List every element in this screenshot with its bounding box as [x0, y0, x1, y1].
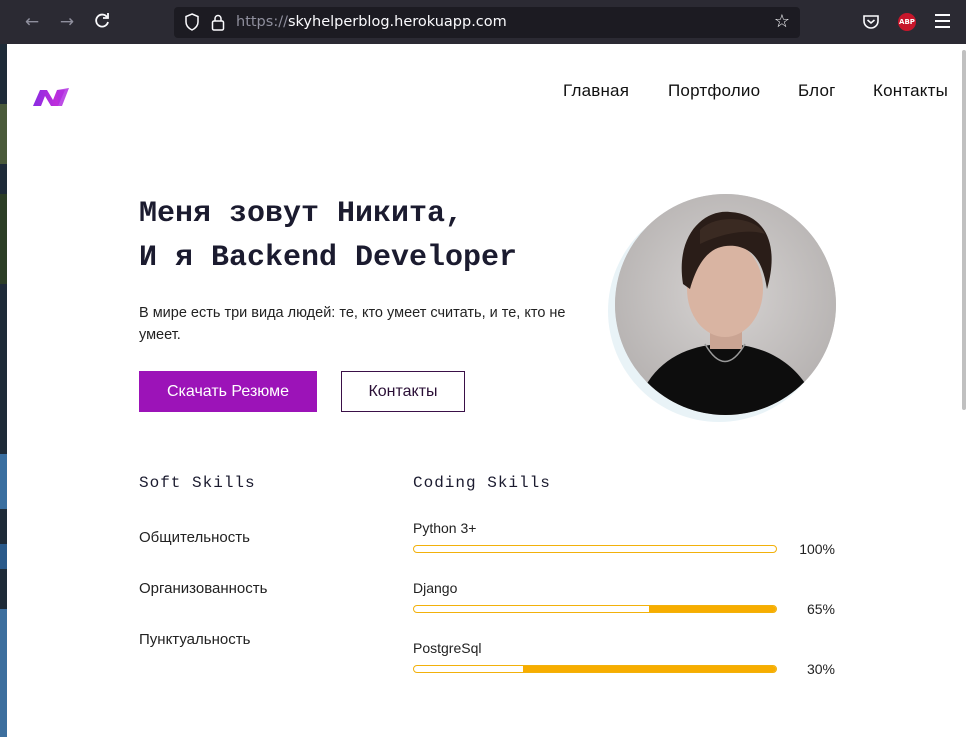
- back-arrow-icon[interactable]: ←: [22, 12, 42, 32]
- hero-title-line2: И я Backend Developer: [139, 241, 518, 275]
- soft-skill-item: Общительность: [139, 529, 250, 546]
- skill-label-django: Django: [413, 580, 458, 596]
- skill-bar-django: [413, 605, 777, 613]
- nav-blog[interactable]: Блог: [798, 81, 836, 101]
- contacts-button[interactable]: Контакты: [341, 371, 465, 412]
- skill-percent-postgresql: 30%: [806, 661, 835, 677]
- main-nav: Главная Портфолио Блог Контакты: [7, 81, 966, 105]
- pocket-icon[interactable]: [862, 13, 880, 31]
- desktop-background: [0, 44, 7, 737]
- skill-label-python: Python 3+: [413, 520, 477, 536]
- skill-bar-python: [413, 545, 777, 553]
- url-text[interactable]: https://skyhelperblog.herokuapp.com: [236, 7, 507, 38]
- hamburger-menu-icon[interactable]: [935, 14, 950, 28]
- skill-bar-postgresql: [413, 665, 777, 673]
- soft-skills-title: Soft Skills: [139, 474, 256, 492]
- browser-toolbar: ← → https://skyhelperblog.herokuapp.com …: [0, 0, 966, 44]
- skill-label-postgresql: PostgreSql: [413, 640, 482, 656]
- forward-arrow-icon[interactable]: →: [57, 12, 77, 32]
- bookmark-star-icon[interactable]: ☆: [772, 12, 792, 32]
- hero-subtitle: В мире есть три вида людей: те, кто умее…: [139, 305, 566, 343]
- address-bar[interactable]: https://skyhelperblog.herokuapp.com ☆: [174, 7, 800, 38]
- adblock-plus-icon[interactable]: ABP: [898, 13, 916, 31]
- nav-contacts[interactable]: Контакты: [873, 81, 948, 101]
- coding-skills-title: Coding Skills: [413, 474, 551, 492]
- skill-percent-django: 65%: [806, 601, 835, 617]
- hero-title-line1: Меня зовут Никита,: [139, 197, 464, 231]
- skill-fill: [649, 606, 776, 612]
- avatar: [615, 194, 836, 415]
- lock-icon[interactable]: [210, 13, 226, 31]
- avatar-container: [608, 192, 838, 428]
- reload-icon[interactable]: [92, 12, 112, 32]
- skill-fill: [522, 666, 776, 672]
- nav-home[interactable]: Главная: [563, 81, 629, 101]
- soft-skill-item: Организованность: [139, 580, 268, 597]
- page-viewport: Главная Портфолио Блог Контакты Меня зов…: [7, 44, 966, 737]
- hero-title: Меня зовут Никита, И я Backend Developer: [139, 192, 517, 280]
- soft-skill-item: Пунктуальность: [139, 631, 251, 648]
- skill-percent-python: 100%: [799, 541, 835, 557]
- download-resume-button[interactable]: Скачать Резюме: [139, 371, 317, 412]
- nav-portfolio[interactable]: Портфолио: [668, 81, 760, 101]
- tracking-shield-icon[interactable]: [184, 13, 200, 31]
